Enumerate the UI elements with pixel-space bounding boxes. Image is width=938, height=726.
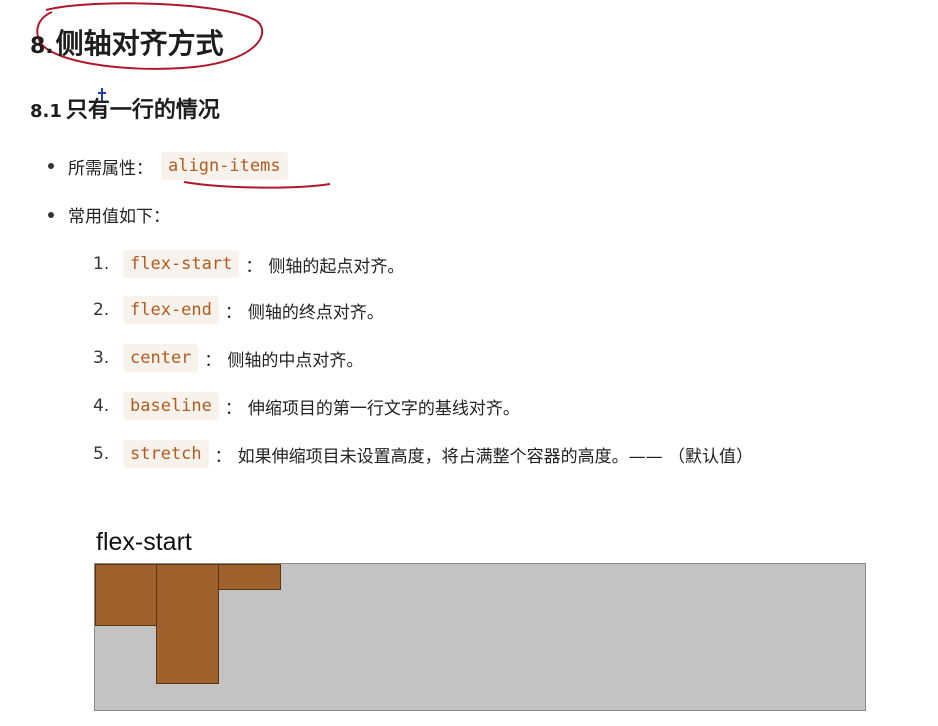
page-title: 8.侧轴对齐方式 bbox=[30, 22, 224, 62]
list-item: 2. flex-end ： 侧轴的终点对齐。 bbox=[93, 296, 384, 324]
list-item: 5. stretch ： 如果伸缩项目未设置高度，将占满整个容器的高度。—— （… bbox=[93, 440, 753, 468]
section-text: 只有一行的情况 bbox=[65, 98, 220, 123]
section-number: 8.1 bbox=[30, 101, 62, 122]
values-label: 常用值如下： bbox=[68, 207, 170, 227]
diagram-title: flex-start bbox=[96, 528, 192, 556]
property-label: 所需属性： bbox=[68, 158, 153, 179]
value-code: flex-end bbox=[123, 296, 219, 324]
value-description: 伸缩项目的第一行文字的基线对齐。 bbox=[247, 398, 520, 419]
bullet-values: 常用值如下： bbox=[48, 202, 170, 227]
value-description: 侧轴的起点对齐。 bbox=[268, 256, 405, 277]
value-separator: ： bbox=[245, 256, 263, 277]
flex-item bbox=[156, 564, 219, 684]
value-separator: ： bbox=[224, 398, 242, 419]
property-code: align-items bbox=[161, 152, 288, 180]
value-description: 侧轴的终点对齐。 bbox=[247, 302, 384, 323]
bullet-dot-icon bbox=[48, 211, 54, 218]
value-code: center bbox=[123, 344, 199, 372]
list-number: 3. bbox=[93, 348, 110, 368]
value-separator: ： bbox=[214, 446, 232, 467]
list-number: 1. bbox=[93, 254, 110, 274]
flex-item bbox=[218, 564, 281, 590]
value-description: 如果伸缩项目未设置高度，将占满整个容器的高度。—— （默认值） bbox=[237, 446, 754, 467]
list-item: 1. flex-start ： 侧轴的起点对齐。 bbox=[93, 250, 404, 278]
section-heading: 8.1 只有一行的情况 bbox=[30, 92, 220, 124]
value-code: flex-start bbox=[123, 250, 240, 278]
value-description: 侧轴的中点对齐。 bbox=[227, 350, 364, 371]
list-number: 2. bbox=[93, 300, 110, 320]
list-number: 4. bbox=[93, 396, 110, 416]
heading-number: 8. bbox=[30, 34, 54, 59]
flex-item bbox=[95, 564, 157, 626]
bullet-dot-icon bbox=[48, 163, 54, 169]
list-number: 5. bbox=[93, 444, 110, 464]
value-separator: ： bbox=[204, 350, 222, 371]
value-code: baseline bbox=[123, 392, 219, 420]
bullet-property: 所需属性： align-items bbox=[48, 152, 288, 180]
list-item: 3. center ： 侧轴的中点对齐。 bbox=[93, 344, 363, 372]
document-page: 8.侧轴对齐方式 8.1 只有一行的情况 所需属性： align-items 常用… bbox=[0, 0, 938, 726]
list-item: 4. baseline ： 伸缩项目的第一行文字的基线对齐。 bbox=[93, 392, 520, 420]
flex-container-diagram bbox=[94, 563, 866, 711]
value-separator: ： bbox=[224, 302, 242, 323]
red-underline-annotation bbox=[183, 181, 331, 189]
value-code: stretch bbox=[123, 440, 209, 468]
heading-text: 侧轴对齐方式 bbox=[55, 27, 224, 60]
